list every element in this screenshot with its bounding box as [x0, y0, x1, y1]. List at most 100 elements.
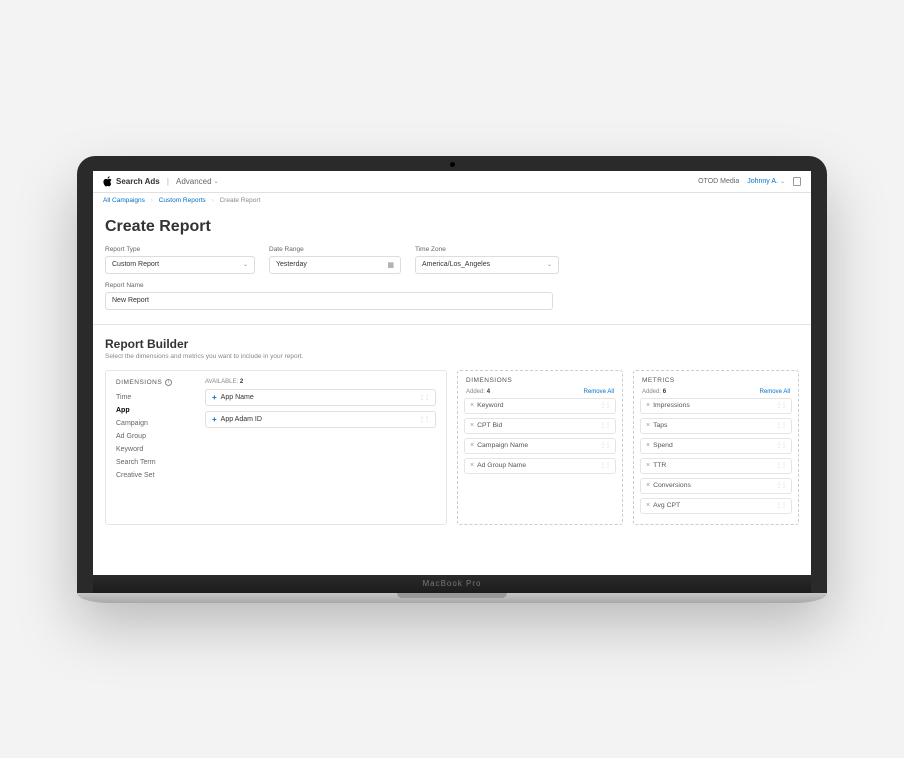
brand-tier-label: Advanced — [176, 177, 212, 186]
category-list: Time App Campaign Ad Group Keyword Searc… — [116, 394, 191, 479]
plus-icon: + — [212, 415, 217, 424]
drag-handle-icon[interactable]: ⋮⋮ — [776, 462, 786, 469]
breadcrumb-link[interactable]: All Campaigns — [103, 197, 145, 204]
drag-handle-icon[interactable]: ⋮⋮ — [600, 462, 610, 469]
category-app[interactable]: App — [116, 407, 191, 414]
drag-handle-icon[interactable]: ⋮⋮ — [776, 502, 786, 509]
dimensions-drop-column: Dimensions Added: 4 Remove All ×Keyword⋮… — [457, 370, 623, 525]
date-range-select[interactable]: Yesterday ▦ — [269, 256, 401, 274]
remove-icon[interactable]: × — [470, 442, 474, 449]
report-name-input[interactable]: New Report — [105, 292, 553, 310]
chip-label: Avg CPT — [653, 502, 680, 509]
category-ad-group[interactable]: Ad Group — [116, 433, 191, 440]
field-report-type: Report Type Custom Report ⌄ — [105, 246, 255, 274]
remove-icon[interactable]: × — [646, 482, 650, 489]
remove-icon[interactable]: × — [470, 462, 474, 469]
brand-tier-dropdown[interactable]: Advanced ⌄ — [176, 177, 219, 186]
drag-handle-icon[interactable]: ⋮⋮ — [776, 402, 786, 409]
added-metric-item[interactable]: ×TTR⋮⋮ — [640, 458, 792, 474]
remove-all-link[interactable]: Remove All — [584, 389, 614, 395]
remove-icon[interactable]: × — [646, 442, 650, 449]
input-value: New Report — [112, 297, 149, 304]
added-metric-item[interactable]: ×Impressions⋮⋮ — [640, 398, 792, 414]
category-time[interactable]: Time — [116, 394, 191, 401]
field-report-name: Report Name New Report — [105, 282, 553, 310]
drag-handle-icon[interactable]: ⋮⋮ — [776, 482, 786, 489]
user-name: Johnny A. — [747, 178, 778, 185]
notification-icon[interactable] — [793, 177, 801, 186]
breadcrumb-separator: › — [151, 197, 153, 204]
added-dimension-item[interactable]: ×Campaign Name ⋮⋮ — [464, 438, 616, 454]
remove-icon[interactable]: × — [470, 402, 474, 409]
metrics-drop-zone[interactable]: Metrics Added: 6 Remove All ×Impressions… — [633, 370, 799, 525]
added-dimension-item[interactable]: ×CPT Bid⋮⋮ — [464, 418, 616, 434]
chevron-down-icon: ⌄ — [547, 261, 552, 268]
added-metric-item[interactable]: ×Taps ⋮⋮ — [640, 418, 792, 434]
chevron-down-icon: ⌄ — [780, 178, 785, 185]
added-metric-item[interactable]: ×Avg CPT ⋮⋮ — [640, 498, 792, 514]
drag-handle-icon[interactable]: ⋮⋮ — [419, 394, 429, 401]
top-right: OTOD Media Johnny A. ⌄ — [698, 177, 801, 186]
remove-all-link[interactable]: Remove All — [760, 389, 790, 395]
available-item-label: App Name — [221, 394, 254, 401]
remove-icon[interactable]: × — [646, 462, 650, 469]
available-label: Available: — [205, 379, 238, 385]
added-metric-item[interactable]: ×Conversions ⋮⋮ — [640, 478, 792, 494]
apple-logo-icon — [103, 176, 112, 187]
page-title: Create Report — [105, 218, 799, 236]
laptop-base — [77, 593, 827, 603]
breadcrumb-current: Create Report — [219, 197, 260, 204]
info-icon[interactable]: i — [165, 379, 172, 386]
brand-separator: | — [167, 177, 169, 186]
top-bar: Search Ads | Advanced ⌄ OTOD Media Johnn… — [93, 171, 811, 193]
app-screen: Search Ads | Advanced ⌄ OTOD Media Johnn… — [93, 171, 811, 575]
select-value: Custom Report — [112, 261, 159, 268]
available-item-label: App Adam ID — [221, 416, 262, 423]
user-menu[interactable]: Johnny A. ⌄ — [747, 178, 785, 185]
remove-icon[interactable]: × — [646, 422, 650, 429]
laptop-hinge: MacBook Pro — [93, 575, 811, 593]
breadcrumb-link[interactable]: Custom Reports — [159, 197, 206, 204]
chip-label: Campaign Name — [477, 442, 528, 449]
report-type-select[interactable]: Custom Report ⌄ — [105, 256, 255, 274]
added-dimension-item[interactable]: ×Keyword⋮⋮ — [464, 398, 616, 414]
category-search-term[interactable]: Search Term — [116, 459, 191, 466]
dimensions-header: Dimensions i — [116, 379, 191, 386]
drag-handle-icon[interactable]: ⋮⋮ — [600, 442, 610, 449]
available-item[interactable]: + App Adam ID ⋮⋮ — [205, 411, 436, 428]
remove-icon[interactable]: × — [646, 502, 650, 509]
drag-handle-icon[interactable]: ⋮⋮ — [600, 422, 610, 429]
chip-label: Taps — [653, 422, 667, 429]
drop-title: Dimensions — [464, 377, 616, 384]
available-header: Available: 2 — [205, 379, 436, 385]
added-metric-item[interactable]: ×Spend⋮⋮ — [640, 438, 792, 454]
available-count: 2 — [240, 379, 243, 385]
breadcrumb-separator: › — [212, 197, 214, 204]
available-item[interactable]: +App Name ⋮⋮ — [205, 389, 436, 406]
category-keyword[interactable]: Keyword — [116, 446, 191, 453]
brand-app: Search Ads — [116, 177, 160, 186]
drag-handle-icon[interactable]: ⋮⋮ — [776, 422, 786, 429]
drag-handle-icon[interactable]: ⋮⋮ — [419, 416, 429, 423]
available-column: Available: 2 +App Name ⋮⋮ + App Adam ID ⋮… — [205, 379, 436, 516]
remove-icon[interactable]: × — [646, 402, 650, 409]
main-content: Create Report Report Type Custom Report … — [93, 208, 811, 525]
categories-column: Dimensions i Time App Campaign Ad Group … — [116, 379, 191, 516]
field-label: Report Type — [105, 246, 255, 253]
dimensions-drop-zone[interactable]: Dimensions Added: 4 Remove All ×Keyword⋮… — [457, 370, 623, 525]
dimensions-header-label: Dimensions — [116, 379, 162, 386]
chip-label: Conversions — [653, 482, 691, 489]
camera-icon — [450, 162, 455, 167]
drag-handle-icon[interactable]: ⋮⋮ — [600, 402, 610, 409]
drag-handle-icon[interactable]: ⋮⋮ — [776, 442, 786, 449]
field-label: Time Zone — [415, 246, 559, 253]
select-value: America/Los_Angeles — [422, 261, 490, 268]
added-dimension-item[interactable]: ×Ad Group Name ⋮⋮ — [464, 458, 616, 474]
chip-label: Ad Group Name — [477, 462, 526, 469]
form-row-2: Report Name New Report — [105, 282, 799, 310]
time-zone-select[interactable]: America/Los_Angeles ⌄ — [415, 256, 559, 274]
category-creative-set[interactable]: Creative Set — [116, 472, 191, 479]
laptop-label: MacBook Pro — [422, 579, 481, 588]
category-campaign[interactable]: Campaign — [116, 420, 191, 427]
remove-icon[interactable]: × — [470, 422, 474, 429]
